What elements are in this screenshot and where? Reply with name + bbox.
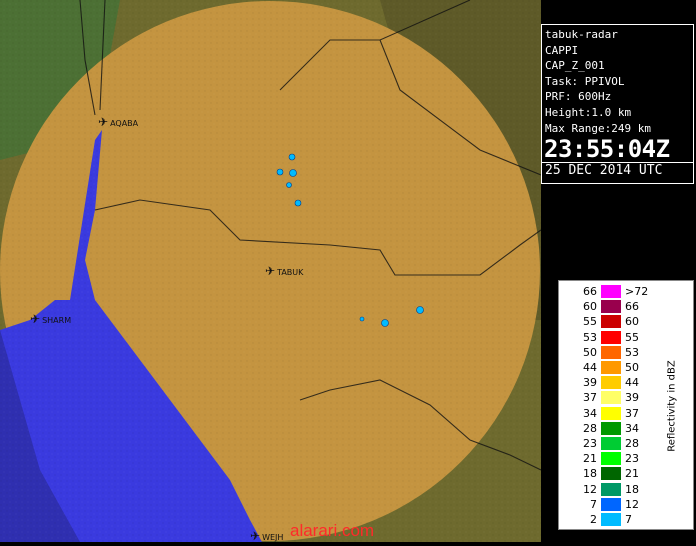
legend-low-value: 2 [590,513,597,526]
legend-color-swatch [601,497,621,511]
legend-row: 55 60 [559,315,693,329]
info-line-product: CAPPI [545,43,579,57]
legend-high-value: 21 [625,467,639,481]
legend-low-value: 7 [590,497,597,511]
legend-high-value: 37 [625,406,639,420]
legend-color-swatch [601,437,621,450]
legend-high-value: 50 [625,361,639,374]
echo [289,169,297,177]
legend-row: 7 12 [559,497,693,511]
scan-time: 23:55:04Z [544,135,670,164]
legend-high-value: 53 [625,345,639,359]
legend-color-swatch [601,452,621,466]
legend-row: 50 53 [559,345,693,359]
echo [286,182,292,188]
legend-low-value: 39 [583,376,597,390]
place-tabuk: ✈ TABUK [265,264,304,278]
radar-map[interactable]: ✈ AQABA ✈ TABUK ✈ SHARM ✈ WEJH alarari.com [0,0,542,543]
reflectivity-legend: 66 >72 60 66 55 60 53 55 50 53 44 50 39 44 37 39 34 37 28 3… [558,280,694,530]
echo [294,199,302,207]
legend-high-value: >72 [625,285,649,298]
legend-row: 21 23 [559,452,693,466]
legend-high-value: 28 [625,437,639,450]
legend-low-value: 12 [583,482,597,496]
legend-color-swatch [601,345,621,359]
airport-icon: ✈ [265,264,276,278]
legend-color-swatch [601,482,621,496]
place-wejh: ✈ WEJH [250,529,284,543]
scan-date: 25 DEC 2014 UTC [542,162,693,178]
legend-low-value: 21 [583,452,597,466]
place-sharm: ✈ SHARM [30,312,72,326]
legend-row: 60 66 [559,300,693,314]
airport-icon: ✈ [30,312,41,326]
echo [276,168,284,176]
legend-low-value: 34 [583,406,597,420]
legend-high-value: 18 [625,482,639,496]
legend-color-swatch [601,285,621,298]
legend-color-swatch [601,467,621,481]
legend-row: 18 21 [559,467,693,481]
info-line-range: Max Range:249 km [545,121,651,135]
legend-low-value: 18 [583,467,597,481]
legend-color-swatch [601,376,621,390]
legend-row: 27 [559,513,693,526]
side-panel: tabuk-radar CAPPI CAP_Z_001 Task: PPIVOL… [541,0,696,542]
legend-high-value: 44 [625,376,639,390]
info-line-task: Task: PPIVOL [545,74,625,88]
legend-low-value: 28 [583,421,597,435]
legend-low-value: 55 [583,315,597,329]
airport-icon: ✈ [250,529,261,543]
legend-low-value: 37 [583,391,597,405]
info-line-product-id: CAP_Z_001 [545,59,605,73]
legend-high-value: 34 [625,421,639,435]
echo [381,319,389,327]
legend-color-swatch [601,421,621,435]
legend-low-value: 44 [583,361,597,374]
legend-row: 12 18 [559,482,693,496]
legend-row: 66 >72 [559,285,693,298]
radar-info-box: tabuk-radar CAPPI CAP_Z_001 Task: PPIVOL… [541,24,694,184]
legend-high-value: 39 [625,391,639,405]
echo [416,306,424,314]
legend-high-value: 55 [625,330,639,344]
legend-row: 53 55 [559,330,693,344]
info-line-height: Height:1.0 km [545,105,632,119]
legend-low-value: 50 [583,345,597,359]
echo [359,316,365,322]
legend-low-value: 23 [583,437,597,450]
legend-high-value: 7 [625,513,632,526]
legend-color-swatch [601,406,621,420]
legend-high-value: 12 [625,497,639,511]
legend-high-value: 60 [625,315,639,329]
info-line-radar: tabuk-radar [545,28,618,41]
place-aqaba: ✈ AQABA [98,115,139,129]
legend-high-value: 66 [625,300,639,314]
legend-high-value: 23 [625,452,639,466]
legend-color-swatch [601,315,621,329]
airport-icon: ✈ [98,115,109,129]
echo [288,153,296,161]
legend-low-value: 53 [583,330,597,344]
legend-color-swatch [601,391,621,405]
info-line-prf: PRF: 600Hz [545,90,612,104]
legend-color-swatch [601,361,621,374]
legend-color-swatch [601,513,621,526]
legend-color-swatch [601,300,621,314]
legend-low-value: 66 [583,285,597,298]
legend-color-swatch [601,330,621,344]
watermark: alarari.com [290,521,375,540]
legend-low-value: 60 [583,300,597,314]
legend-title: Reflectivity in dBZ [666,360,678,452]
